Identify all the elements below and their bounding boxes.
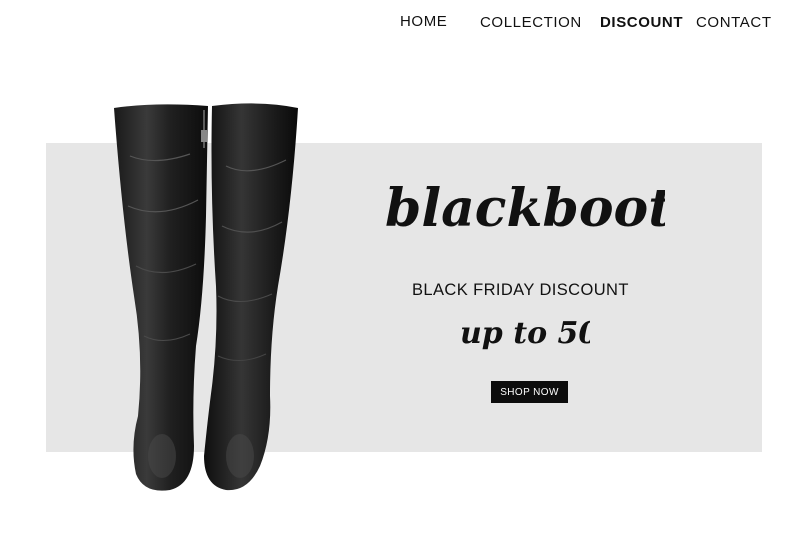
nav-discount[interactable]: DISCOUNT [600,14,683,31]
boots-image [114,103,298,491]
shop-now-button[interactable]: SHOP NOW [491,381,568,403]
discount-offer: up to 50% [460,316,590,351]
nav-home[interactable]: HOME [400,13,447,30]
nav-contact[interactable]: CONTACT [696,14,772,31]
main-nav: HOME COLLECTION DISCOUNT CONTACT [0,13,801,33]
brand-text: blackboots.id [385,178,665,239]
brand-logo: blackboots.id [385,178,665,239]
nav-collection[interactable]: COLLECTION [480,14,582,31]
sale-headline: BLACK FRIDAY DISCOUNT [412,281,629,299]
offer-text: up to 50% [460,316,590,351]
